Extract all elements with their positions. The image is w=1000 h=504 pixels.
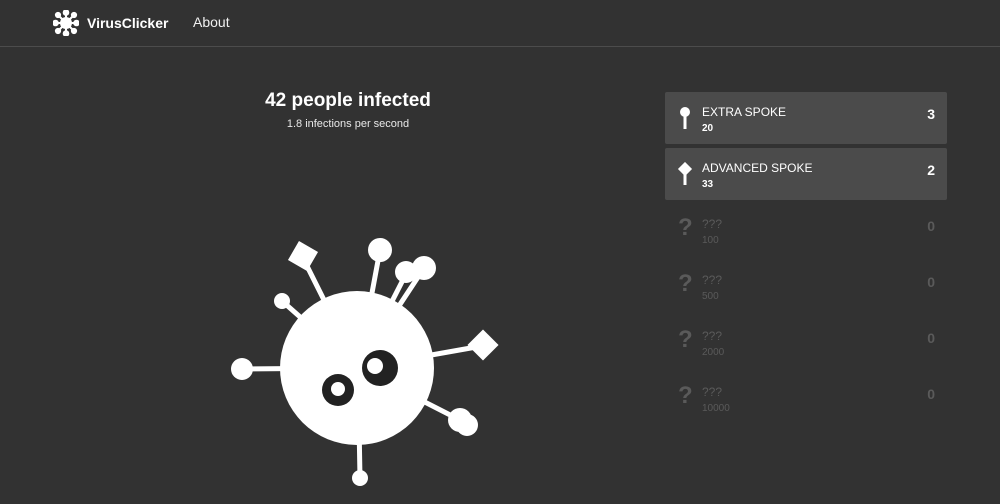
spoke-diamond-icon	[677, 161, 693, 186]
infection-counter: 42 people infected 1.8 infections per se…	[198, 90, 498, 130]
shop-item[interactable]: EXTRA SPOKE 20 3	[665, 92, 947, 144]
shop-item-cost: 20	[702, 123, 714, 134]
shop-item-cost: 2000	[702, 347, 725, 358]
upgrade-shop: EXTRA SPOKE 20 3 ADVANCED SPOKE 33 2???? 100 0?…	[665, 92, 947, 428]
navbar: VirusClicker About	[0, 0, 1000, 47]
question-mark-icon: ?	[678, 326, 693, 353]
infection-rate: 1.8 infections per second	[286, 118, 410, 130]
shop-item-count: 0	[927, 274, 935, 290]
virus-click-target[interactable]	[220, 228, 510, 498]
shop-item-name: ???	[702, 273, 723, 287]
shop-item-cost: 500	[702, 291, 719, 302]
shop-item-count: 3	[927, 106, 935, 122]
infected-count: 42 people infected	[265, 90, 431, 111]
spoke-round-icon	[677, 106, 693, 130]
shop-item-count: 0	[927, 330, 935, 346]
shop-item: ???? 100 0	[665, 204, 947, 256]
shop-item-cost: 33	[702, 179, 714, 190]
shop-item-cost: 10000	[702, 403, 730, 414]
shop-item: ???? 10000 0	[665, 372, 947, 424]
virus-illustration	[231, 238, 499, 486]
nav-about-link[interactable]: About	[193, 14, 230, 30]
shop-item-name: ???	[702, 329, 723, 343]
shop-item-count: 0	[927, 218, 935, 234]
shop-item-name: ADVANCED SPOKE	[702, 161, 813, 175]
shop-item-name: EXTRA SPOKE	[702, 105, 787, 119]
shop-item-count: 2	[927, 162, 935, 178]
brand-link[interactable]: VirusClicker	[53, 9, 168, 37]
shop-item-name: ???	[702, 385, 723, 399]
shop-item: ???? 500 0	[665, 260, 947, 312]
shop-item-count: 0	[927, 386, 935, 402]
shop-item-name: ???	[702, 217, 723, 231]
question-mark-icon: ?	[678, 214, 693, 241]
question-mark-icon: ?	[678, 270, 693, 297]
question-mark-icon: ?	[678, 382, 693, 409]
brand-name: VirusClicker	[87, 15, 169, 31]
virus-icon	[53, 10, 79, 36]
shop-item[interactable]: ADVANCED SPOKE 33 2	[665, 148, 947, 200]
shop-item: ???? 2000 0	[665, 316, 947, 368]
shop-item-cost: 100	[702, 235, 719, 246]
